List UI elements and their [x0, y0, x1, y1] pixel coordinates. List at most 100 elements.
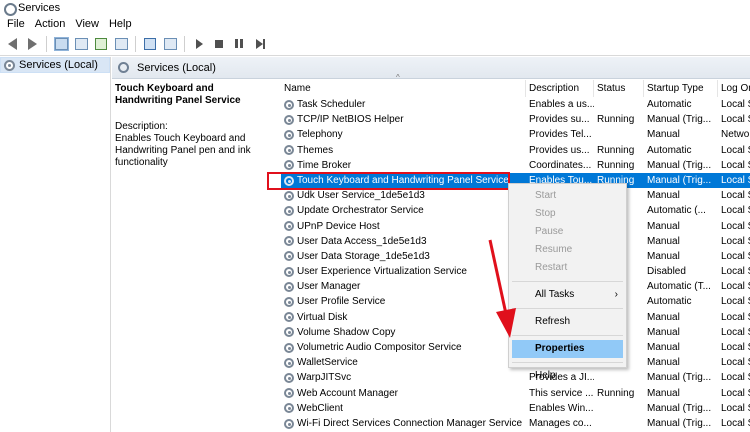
service-status-cell: Running — [597, 114, 635, 126]
service-startup-cell: Automatic — [647, 296, 692, 308]
column-header-log-on-as[interactable]: Log On — [718, 80, 750, 97]
service-logon-cell: Local Sy — [721, 235, 750, 247]
service-name: Telephony — [297, 129, 343, 141]
window-title: Services — [18, 1, 61, 14]
context-menu-start: Start — [509, 187, 626, 205]
service-name-cell: Update Orchestrator Service — [281, 203, 526, 218]
service-name: User Data Access_1de5e1d3 — [297, 235, 427, 247]
table-row[interactable]: TCP/IP NetBIOS Helper Provides su... Runni… — [281, 112, 750, 127]
service-startup-cell: Manual (Trig... — [647, 417, 712, 429]
service-gear-icon — [284, 357, 294, 368]
service-status-cell — [594, 97, 644, 112]
context-menu-label: All Tasks — [535, 289, 575, 300]
pause-service-icon[interactable] — [230, 35, 248, 53]
column-header-startup-type[interactable]: Startup Type — [644, 80, 718, 97]
context-menu-properties[interactable]: Properties — [512, 340, 623, 358]
selected-service-title: Touch Keyboard and Handwriting Panel Ser… — [115, 83, 241, 106]
menu-separator — [512, 281, 623, 282]
service-startup-cell: Manual — [647, 357, 680, 369]
service-description-cell: Provides us... — [529, 144, 590, 156]
column-header-name[interactable]: Name — [281, 80, 526, 97]
service-name: TCP/IP NetBIOS Helper — [297, 114, 404, 126]
table-row[interactable]: WebClient Enables Win... Manual (Trig... Lo… — [281, 401, 750, 416]
service-name: Volume Shadow Copy — [297, 326, 396, 338]
service-name-cell: Volumetric Audio Compositor Service — [281, 340, 526, 355]
context-menu-label: Stop — [535, 208, 556, 219]
stop-service-icon[interactable] — [210, 35, 228, 53]
service-name-cell: User Data Access_1de5e1d3 — [281, 234, 526, 249]
table-row[interactable]: Task Scheduler Enables a us... Automatic Lo… — [281, 97, 750, 112]
service-gear-icon — [284, 342, 294, 353]
table-row[interactable]: Themes Provides us... Running Automatic Loca… — [281, 143, 750, 158]
help-icon[interactable] — [141, 35, 159, 53]
start-service-icon[interactable] — [190, 35, 208, 53]
service-gear-icon — [284, 312, 294, 323]
column-header-status[interactable]: Status — [594, 80, 644, 97]
service-name: User Profile Service — [297, 296, 386, 308]
properties-icon[interactable] — [72, 35, 90, 53]
service-name: Time Broker — [297, 159, 352, 171]
service-logon-cell: Local Se — [721, 159, 750, 171]
table-row[interactable]: Telephony Provides Tel... Manual Networ — [281, 127, 750, 142]
service-name-cell: Telephony — [281, 127, 526, 142]
service-gear-icon — [284, 418, 294, 429]
forward-arrow-icon[interactable] — [23, 35, 41, 53]
service-name-cell: Touch Keyboard and Handwriting Panel Ser… — [281, 173, 526, 188]
context-menu-label: Pause — [535, 226, 564, 237]
service-startup-cell: Manual — [647, 129, 680, 141]
service-gear-icon — [284, 129, 294, 140]
table-row[interactable]: Time Broker Coordinates... Running Manual (… — [281, 158, 750, 173]
back-arrow-icon[interactable] — [3, 35, 21, 53]
context-menu-label: Resume — [535, 244, 573, 255]
service-logon-cell: Local Se — [721, 417, 750, 429]
service-name: WalletService — [297, 357, 358, 369]
table-row[interactable]: Wi-Fi Direct Services Connection Manager… — [281, 416, 750, 431]
menu-file[interactable]: File — [2, 18, 30, 30]
services-magnifier-icon — [118, 62, 129, 73]
context-menu-help[interactable]: Help — [509, 367, 626, 385]
service-name-cell: Virtual Disk — [281, 310, 526, 325]
service-gear-icon — [284, 281, 294, 292]
service-name: Udk User Service_1de5e1d3 — [297, 190, 425, 202]
service-name-cell: Task Scheduler — [281, 97, 526, 112]
service-logon-cell: Local Sy — [721, 174, 750, 186]
description-label: Description: — [115, 121, 168, 132]
service-startup-cell: Manual — [647, 311, 680, 323]
service-logon-cell: Networ — [721, 129, 750, 141]
context-menu: Start Stop Pause Resume Restart All Tasks › Ref… — [508, 183, 627, 381]
service-description-cell: Provides Tel... — [529, 129, 592, 141]
context-menu-all-tasks[interactable]: All Tasks › — [509, 286, 626, 304]
service-gear-icon — [284, 388, 294, 399]
tree-item-services-local[interactable]: Services (Local) — [0, 57, 110, 73]
restart-service-icon[interactable] — [250, 35, 268, 53]
service-startup-cell: Manual — [647, 250, 680, 262]
service-gear-icon — [284, 221, 294, 232]
menu-view[interactable]: View — [70, 18, 104, 30]
export-icon[interactable] — [112, 35, 130, 53]
context-menu-label: Restart — [535, 262, 568, 273]
service-name-cell: WarpJITSvc — [281, 370, 526, 385]
table-header: Name Description Status Startup Type Log… — [281, 80, 750, 97]
menu-separator — [512, 335, 623, 336]
show-hide-icon[interactable] — [161, 35, 179, 53]
gear-icon — [4, 59, 15, 71]
refresh-icon[interactable] — [92, 35, 110, 53]
service-status-cell — [594, 127, 644, 142]
service-startup-cell: Automatic — [647, 144, 692, 156]
service-name-cell: Themes — [281, 143, 526, 158]
service-logon-cell: Local Sy — [721, 387, 750, 399]
menu-action[interactable]: Action — [30, 18, 71, 30]
service-startup-cell: Automatic — [647, 99, 692, 110]
console-tree-icon[interactable] — [52, 35, 70, 53]
menu-help[interactable]: Help — [104, 18, 137, 30]
context-menu-refresh[interactable]: Refresh — [509, 313, 626, 331]
column-header-description[interactable]: Description — [526, 80, 594, 97]
service-name-cell: Udk User Service_1de5e1d3 — [281, 188, 526, 203]
service-gear-icon — [284, 297, 294, 308]
service-gear-icon — [284, 251, 294, 262]
table-row[interactable]: Web Account Manager This service ... Runni… — [281, 386, 750, 401]
service-logon-cell: Local Se — [721, 402, 750, 414]
service-startup-cell: Manual (Trig... — [647, 402, 712, 414]
service-gear-icon — [284, 99, 294, 110]
context-menu-resume: Resume — [509, 241, 626, 259]
